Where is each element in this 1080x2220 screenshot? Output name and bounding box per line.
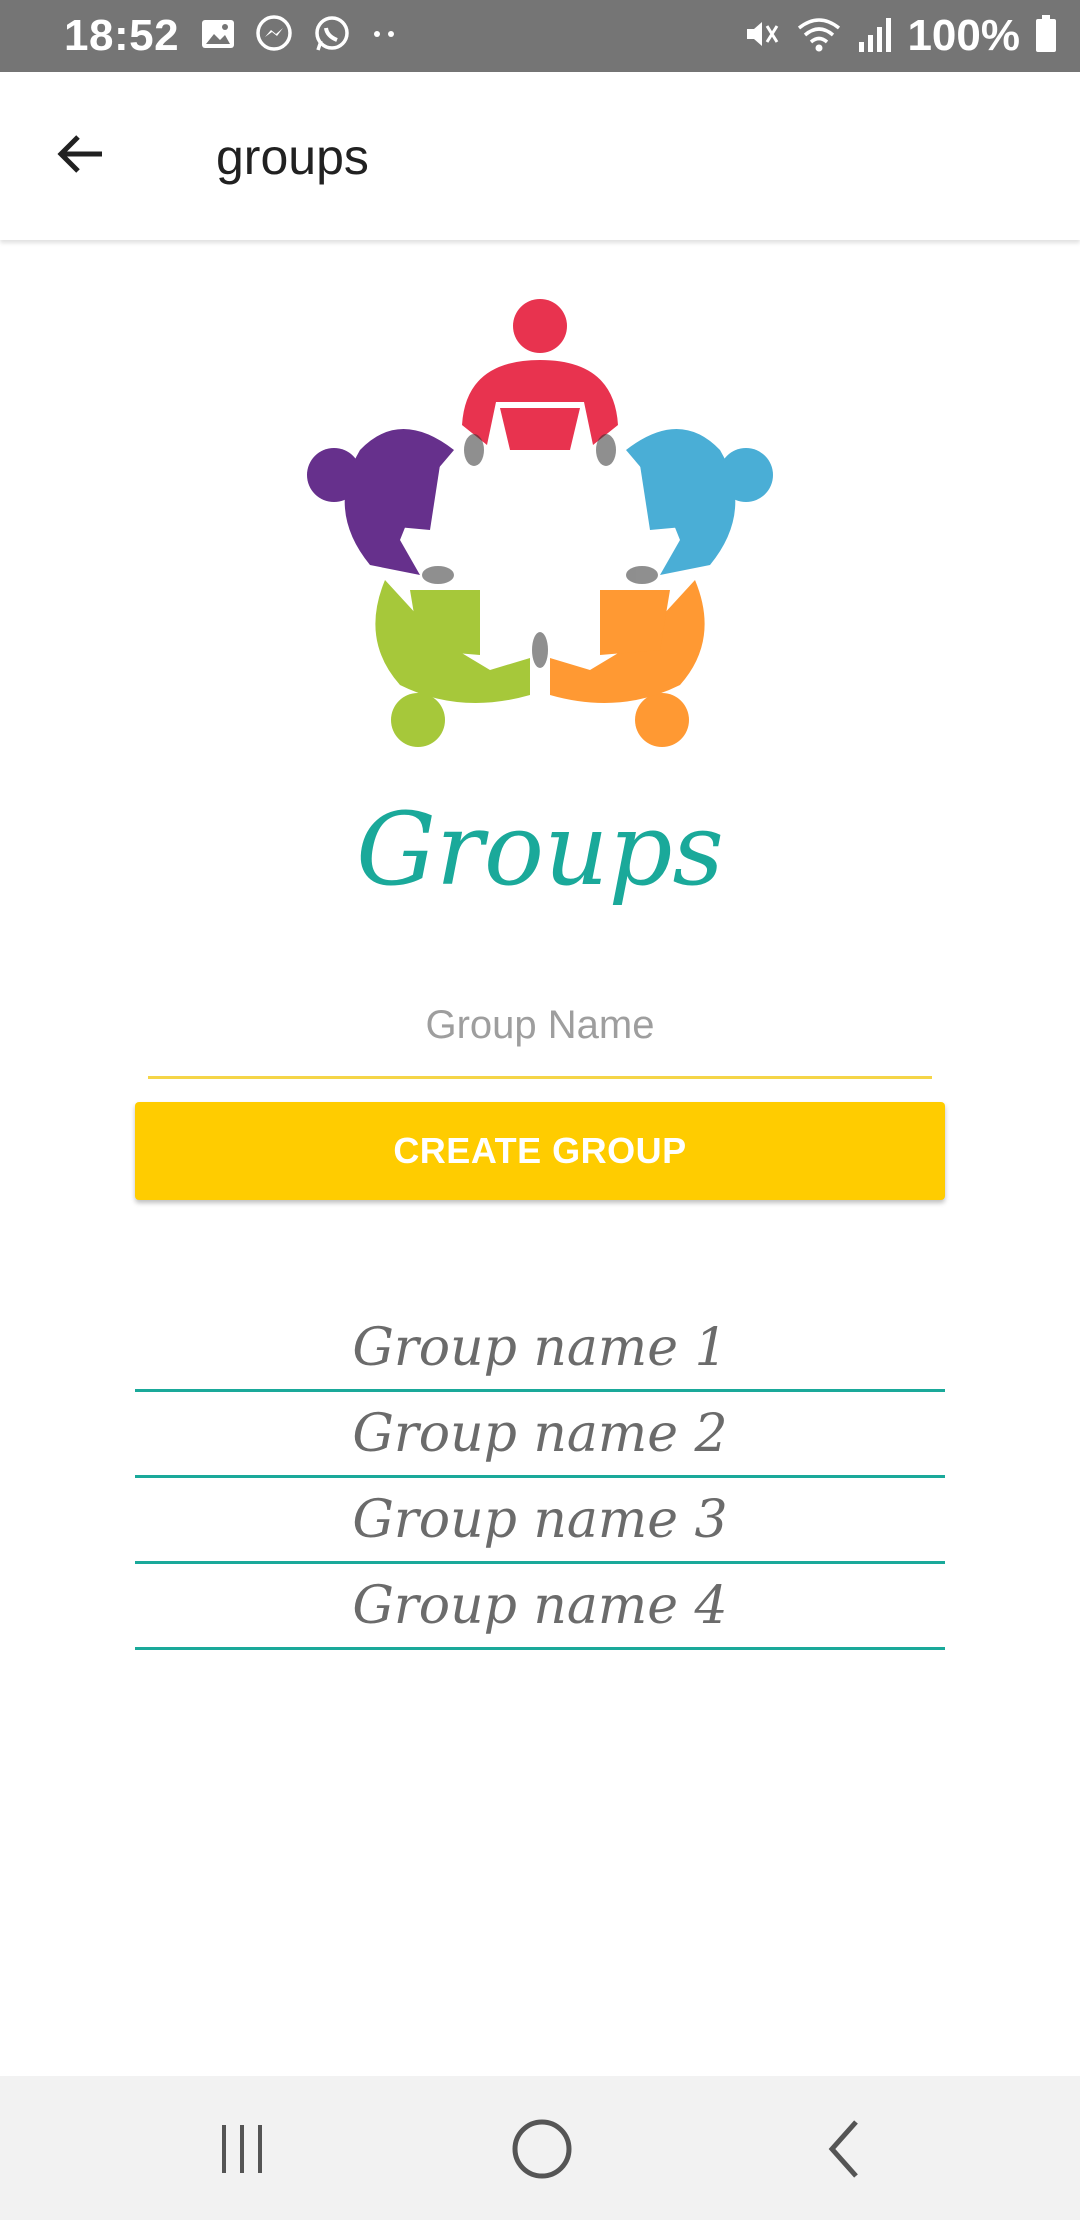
whatsapp-icon xyxy=(312,14,352,59)
group-people-circle-logo xyxy=(300,290,780,760)
group-list-item-4[interactable]: Group name 4 xyxy=(135,1564,945,1650)
status-time: 18:52 xyxy=(64,11,180,60)
home-icon xyxy=(509,2116,575,2187)
group-list-item-3[interactable]: Group name 3 xyxy=(135,1478,945,1564)
system-navigation-bar xyxy=(0,2076,1080,2220)
mute-icon xyxy=(741,14,781,59)
battery-icon xyxy=(1034,14,1058,59)
arrow-left-icon xyxy=(52,126,108,187)
group-name-input[interactable] xyxy=(148,975,932,1079)
app-bar: groups xyxy=(0,72,1080,240)
back-button[interactable] xyxy=(40,116,120,196)
more-dots-icon xyxy=(370,24,400,49)
messenger-icon xyxy=(254,14,294,59)
group-list: Group name 1 Group name 2 Group name 3 G… xyxy=(135,1306,945,1650)
groups-heading: Groups xyxy=(356,791,724,908)
home-button[interactable] xyxy=(482,2116,602,2186)
image-icon xyxy=(200,16,236,57)
signal-icon xyxy=(857,14,893,59)
battery-percentage: 100% xyxy=(907,11,1020,60)
group-list-item-1[interactable]: Group name 1 xyxy=(135,1306,945,1392)
recents-button[interactable] xyxy=(182,2116,302,2186)
status-bar: 18:52 100% xyxy=(0,0,1080,72)
back-icon xyxy=(814,2116,874,2187)
recents-icon xyxy=(212,2119,272,2184)
page-title: groups xyxy=(216,129,369,185)
group-list-item-2[interactable]: Group name 2 xyxy=(135,1392,945,1478)
create-group-button[interactable]: CREATE GROUP xyxy=(135,1102,945,1200)
wifi-icon xyxy=(795,14,843,59)
group-name-field-wrapper xyxy=(148,975,932,1079)
system-back-button[interactable] xyxy=(784,2116,904,2186)
